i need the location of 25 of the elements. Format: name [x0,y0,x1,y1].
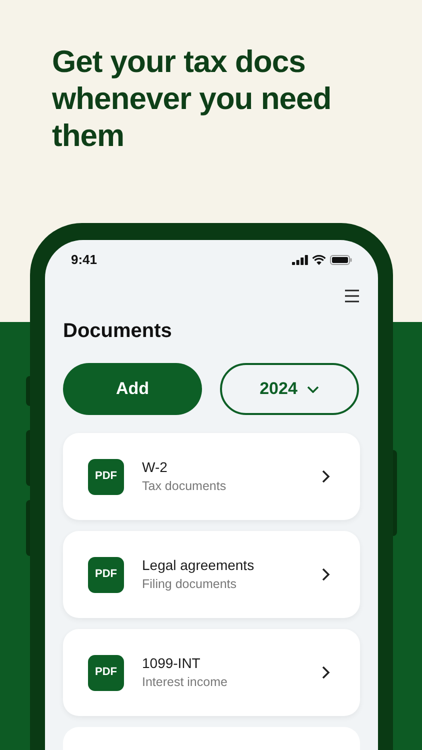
document-card[interactable]: PDF W-2 Tax documents [63,433,360,520]
document-subtitle: Tax documents [142,478,228,495]
document-title: Legal agreements [142,556,256,575]
pdf-badge: PDF [88,654,124,690]
battery-icon [330,255,352,265]
page-title: Documents [63,319,173,344]
wifi-icon [312,255,326,265]
headline: Get your tax docs whenever you need them [52,43,332,154]
year-dropdown[interactable]: 2024 [220,363,359,415]
signal-icon [292,255,308,265]
document-title: 1099-INT [142,654,202,673]
chevron-down-icon [307,386,320,392]
document-subtitle: Interest income [142,674,228,691]
document-card[interactable]: PDF Legal agreements Filing documents [63,531,360,618]
status-time: 9:41 [71,251,98,270]
add-button[interactable]: Add [63,363,202,415]
document-card[interactable]: PDF 1099-INT Interest income [63,629,360,716]
pdf-badge: PDF [88,458,124,494]
document-subtitle: Filing documents [142,576,238,593]
chevron-right-icon [322,568,330,581]
document-title: W-2 [142,458,168,477]
chevron-right-icon [322,470,330,483]
menu-icon[interactable] [344,289,360,303]
pdf-badge: PDF [88,556,124,592]
chevron-right-icon [322,666,330,679]
